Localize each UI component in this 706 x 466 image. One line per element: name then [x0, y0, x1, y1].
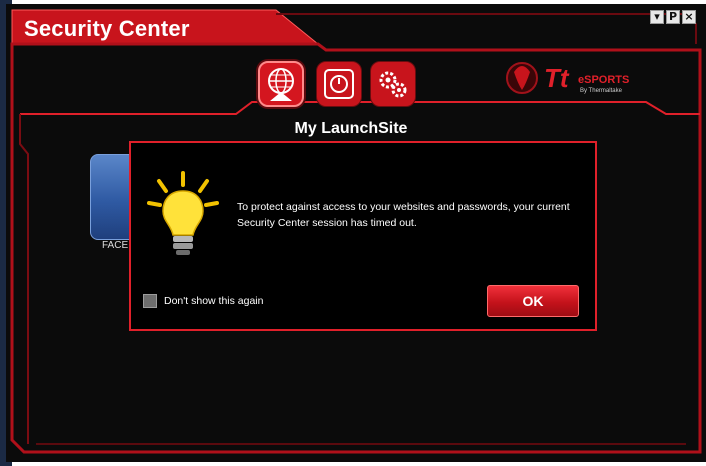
- session-timeout-dialog: To protect against access to your websit…: [129, 141, 597, 331]
- window-title: Security Center: [24, 16, 190, 41]
- window-controls: ▾ P ×: [650, 10, 696, 24]
- dialog-message: To protect against access to your websit…: [237, 201, 570, 229]
- safe-dial-icon: [324, 69, 354, 99]
- dont-show-again-checkbox[interactable]: [143, 294, 157, 308]
- nav-settings-button[interactable]: [370, 61, 416, 107]
- svg-text:By Thermaltake: By Thermaltake: [580, 88, 623, 94]
- lightbulb-icon: [147, 171, 219, 255]
- screenshot-stage: Security Center ▾ P × Tt eSPORTS By Ther…: [0, 0, 706, 466]
- security-center-window: Security Center ▾ P × Tt eSPORTS By Ther…: [6, 4, 706, 462]
- close-icon[interactable]: ×: [682, 10, 696, 24]
- ok-button[interactable]: OK: [487, 285, 579, 317]
- tile-label: FACE: [102, 240, 129, 251]
- svg-text:eSPORTS: eSPORTS: [578, 74, 629, 86]
- tt-esports-logo: Tt eSPORTS By Thermaltake: [506, 62, 629, 94]
- minimize-icon[interactable]: ▾: [650, 10, 664, 24]
- nav-vault-button[interactable]: [316, 61, 362, 107]
- section-title: My LaunchSite: [294, 120, 408, 137]
- gears-icon: [379, 71, 407, 98]
- nav-launchsite-button[interactable]: [258, 61, 304, 107]
- globe-home-icon: [268, 68, 294, 101]
- dont-show-again-label[interactable]: Don't show this again: [164, 294, 263, 308]
- svg-text:Tt: Tt: [544, 63, 570, 93]
- pin-icon[interactable]: P: [666, 10, 680, 24]
